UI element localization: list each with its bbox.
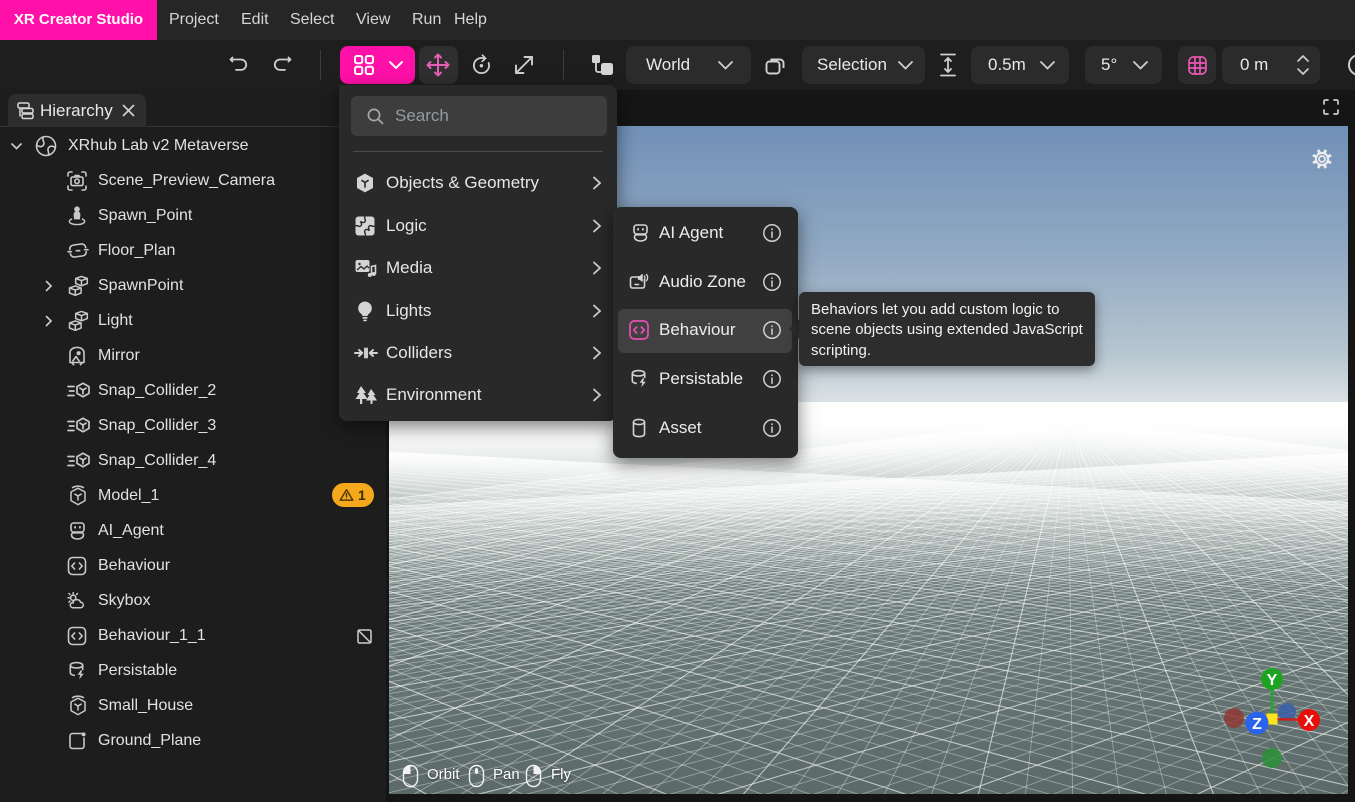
svg-text:X: X (1304, 713, 1315, 730)
svg-text:Y: Y (1267, 672, 1278, 689)
svg-text:Z: Z (1252, 716, 1262, 733)
